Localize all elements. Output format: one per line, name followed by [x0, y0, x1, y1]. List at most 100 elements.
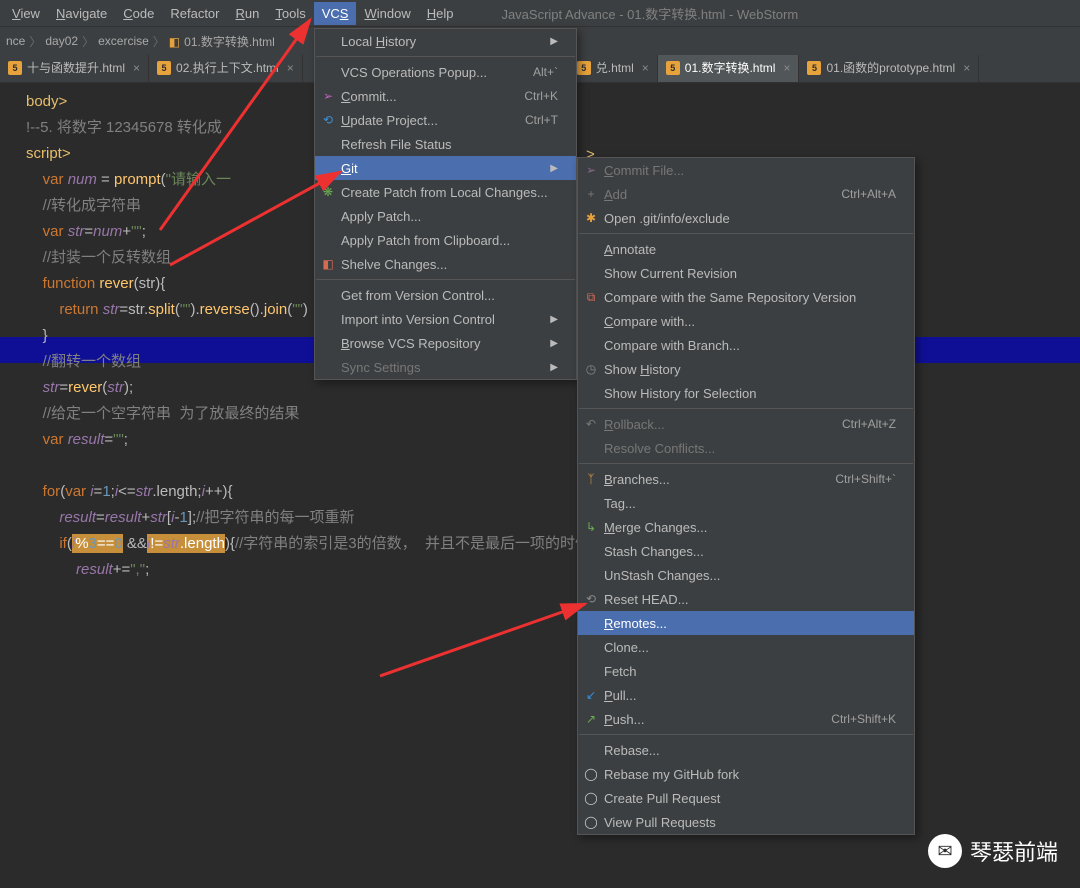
menu-item[interactable]: ◷ Show History: [578, 357, 914, 381]
close-icon[interactable]: ×: [963, 61, 970, 75]
menu-item[interactable]: ❋Create Patch from Local Changes...: [315, 180, 576, 204]
menu-refactor[interactable]: Refactor: [162, 2, 227, 25]
menu-help[interactable]: Help: [419, 2, 462, 25]
menu-glyph-icon: ↳: [584, 520, 598, 534]
tab[interactable]: 501.数字转换.html×: [658, 55, 800, 82]
wechat-icon: ✉: [928, 834, 962, 868]
menu-item[interactable]: Rebase...: [578, 738, 914, 762]
menu-item[interactable]: Fetch: [578, 659, 914, 683]
submenu-arrow-icon: ▶: [550, 338, 558, 349]
breadcrumb-item[interactable]: excercise: [98, 34, 149, 48]
close-icon[interactable]: ×: [783, 61, 790, 75]
menu-item[interactable]: ➢Commit...Ctrl+K: [315, 84, 576, 108]
menu-item-label: Compare with the Same Repository Version: [604, 290, 856, 305]
menu-item[interactable]: ᛉBranches...Ctrl+Shift+`: [578, 467, 914, 491]
menu-navigate[interactable]: Navigate: [48, 2, 115, 25]
menu-item-label: Push...: [604, 712, 644, 727]
menu-item-label: Refresh File Status: [341, 137, 452, 152]
menu-item-label: Get from Version Control...: [341, 288, 495, 303]
menu-vcs[interactable]: VCS: [314, 2, 357, 25]
menu-item-label: Stash Changes...: [604, 544, 704, 559]
menu-item[interactable]: Compare with...: [578, 309, 914, 333]
menu-item[interactable]: VCS Operations Popup...Alt+`: [315, 60, 576, 84]
close-icon[interactable]: ×: [133, 61, 140, 75]
menu-item[interactable]: Refresh File Status: [315, 132, 576, 156]
menu-glyph-icon: ◯: [584, 791, 598, 805]
menu-glyph-icon: ◧: [321, 257, 335, 271]
menu-code[interactable]: Code: [115, 2, 162, 25]
menu-item[interactable]: Apply Patch from Clipboard...: [315, 228, 576, 252]
menu-item[interactable]: ◯Rebase my GitHub fork: [578, 762, 914, 786]
tab[interactable]: 502.执行上下文.html×: [149, 55, 303, 82]
menu-item-label: Compare with...: [604, 314, 695, 329]
menu-item-label: Show History: [604, 362, 681, 377]
html5-icon: 5: [577, 61, 591, 75]
tab[interactable]: 5十与函数提升.html×: [0, 55, 149, 82]
close-icon[interactable]: ×: [287, 61, 294, 75]
breadcrumb-item[interactable]: ◧01.数字转换.html: [169, 33, 275, 50]
menubar: ViewNavigateCodeRefactorRunToolsVCSWindo…: [0, 0, 1080, 27]
menu-item[interactable]: ◧Shelve Changes...: [315, 252, 576, 276]
menu-item[interactable]: Show History for Selection: [578, 381, 914, 405]
html5-icon: 5: [807, 61, 821, 75]
close-icon[interactable]: ×: [642, 61, 649, 75]
menu-glyph-icon: ↗: [584, 712, 598, 726]
menu-item[interactable]: ↙Pull...: [578, 683, 914, 707]
menu-item-label: Create Patch from Local Changes...: [341, 185, 548, 200]
menu-item[interactable]: Show Current Revision: [578, 261, 914, 285]
menu-item[interactable]: Get from Version Control...: [315, 283, 576, 307]
menu-item: + Add Ctrl+Alt+A: [578, 182, 914, 206]
menu-tools[interactable]: Tools: [267, 2, 313, 25]
menu-item[interactable]: Import into Version Control▶: [315, 307, 576, 331]
menu-item[interactable]: ⟲Update Project...Ctrl+T: [315, 108, 576, 132]
menu-window[interactable]: Window: [356, 2, 418, 25]
menu-item[interactable]: ↳Merge Changes...: [578, 515, 914, 539]
menu-item[interactable]: ⟲Reset HEAD...: [578, 587, 914, 611]
menu-item: Resolve Conflicts...: [578, 436, 914, 460]
menu-item-label: Add: [604, 187, 627, 202]
menu-glyph-icon: +: [584, 187, 598, 201]
watermark: ✉ 琴瑟前端: [928, 834, 1058, 868]
menu-item[interactable]: ↗Push...Ctrl+Shift+K: [578, 707, 914, 731]
menu-glyph-icon: ◷: [584, 362, 598, 376]
menu-glyph-icon: ◯: [584, 815, 598, 829]
menu-view[interactable]: View: [4, 2, 48, 25]
menu-item[interactable]: ◯Create Pull Request: [578, 786, 914, 810]
menu-item-label: Clone...: [604, 640, 649, 655]
menu-glyph-icon: ✱: [584, 211, 598, 225]
menu-glyph-icon: ⟲: [584, 592, 598, 606]
shortcut-label: Ctrl+Alt+A: [841, 187, 896, 201]
menu-item[interactable]: ✱Open .git/info/exclude: [578, 206, 914, 230]
html5-icon: 5: [157, 61, 171, 75]
menu-item-label: Remotes...: [604, 616, 667, 631]
menu-item-label: Tag...: [604, 496, 636, 511]
tab[interactable]: 5兑.html×: [573, 55, 658, 82]
menu-item[interactable]: Browse VCS Repository▶: [315, 331, 576, 355]
shortcut-label: Ctrl+T: [525, 113, 558, 127]
menu-item: ➢Commit File...: [578, 158, 914, 182]
menu-item[interactable]: Apply Patch...: [315, 204, 576, 228]
menu-item[interactable]: Tag...: [578, 491, 914, 515]
menu-item[interactable]: Local History▶: [315, 29, 576, 53]
menu-item[interactable]: Remotes...: [578, 611, 914, 635]
shortcut-label: Ctrl+Shift+`: [835, 472, 896, 486]
menu-item[interactable]: ⧉Compare with the Same Repository Versio…: [578, 285, 914, 309]
shortcut-label: Alt+`: [533, 65, 558, 79]
menu-item[interactable]: ◯View Pull Requests: [578, 810, 914, 834]
menu-run[interactable]: Run: [228, 2, 268, 25]
breadcrumb-item[interactable]: day02: [45, 34, 78, 48]
submenu-arrow-icon: ▶: [550, 36, 558, 47]
menu-item-label: Compare with Branch...: [604, 338, 740, 353]
menu-item[interactable]: Stash Changes...: [578, 539, 914, 563]
menu-item[interactable]: Git▶: [315, 156, 576, 180]
menu-item-label: Apply Patch from Clipboard...: [341, 233, 510, 248]
menu-item[interactable]: UnStash Changes...: [578, 563, 914, 587]
breadcrumb-item[interactable]: nce: [6, 34, 25, 48]
menu-item[interactable]: Annotate: [578, 237, 914, 261]
menu-item-label: Branches...: [604, 472, 670, 487]
tab[interactable]: 501.函数的prototype.html×: [799, 55, 979, 82]
menu-item[interactable]: Compare with Branch...: [578, 333, 914, 357]
menu-item[interactable]: Clone...: [578, 635, 914, 659]
menu-glyph-icon: ◯: [584, 767, 598, 781]
menu-glyph-icon: ↙: [584, 688, 598, 702]
